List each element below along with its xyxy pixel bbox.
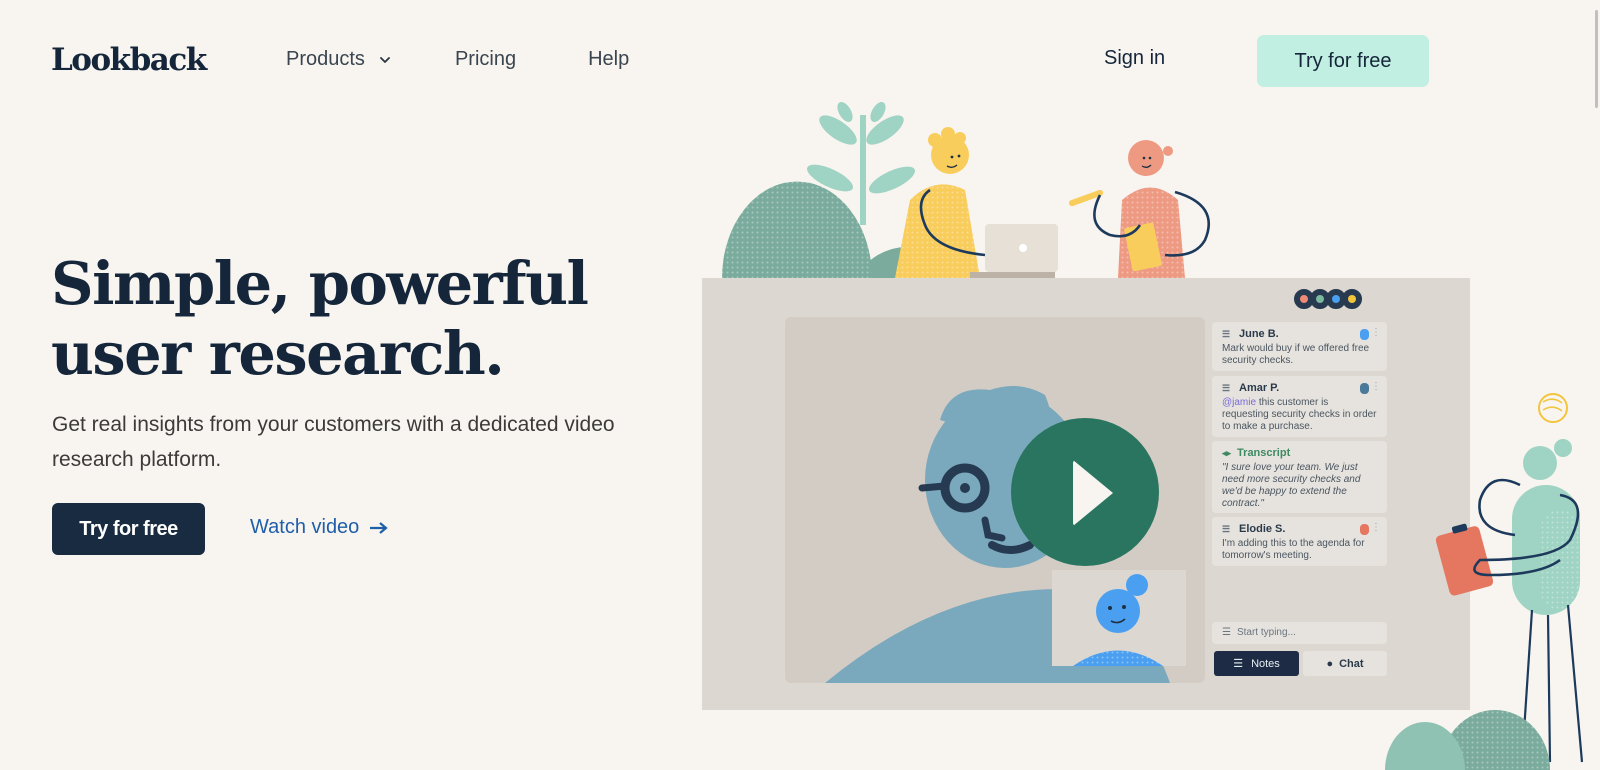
note-card: ☰ Elodie S. I'm adding this to the agenda… [1212, 517, 1387, 566]
note-avatar-icon [1360, 329, 1369, 340]
notes-icon: ☰ [1233, 658, 1244, 670]
transcript-text: "I sure love your team. We just need mor… [1222, 462, 1361, 509]
note-input[interactable]: ☰ Start typing... [1212, 622, 1387, 644]
note-text: Mark would buy if we offered free securi… [1222, 343, 1370, 366]
note-mention: @jamie [1222, 397, 1257, 408]
transcript-icon: ◂▸ [1222, 448, 1232, 458]
note-avatar-icon [1360, 524, 1369, 535]
note-author: Elodie S. [1239, 523, 1286, 535]
note-author: June B. [1239, 328, 1279, 340]
pip-video-illustration [1052, 570, 1186, 666]
note-input-placeholder: Start typing... [1236, 627, 1296, 638]
person-pink-illustration [1068, 140, 1211, 278]
play-icon[interactable] [1073, 460, 1113, 526]
note-text: @jamie this customer is requesting secur… [1222, 397, 1377, 433]
tab-notes[interactable]: ☰ Notes [1214, 651, 1299, 676]
laptop-illustration [970, 224, 1058, 278]
note-author: Amar P. [1239, 382, 1280, 394]
chat-bubble-icon: ● [1326, 657, 1334, 670]
note-lines-icon: ☰ [1222, 383, 1231, 393]
transcript-card: ◂▸ Transcript "I sure love your team. We … [1212, 441, 1387, 513]
more-options-icon[interactable]: ⋮ [1371, 381, 1381, 393]
note-card: ☰ June B. Mark would buy if we offered fr… [1212, 322, 1387, 371]
more-options-icon[interactable]: ⋮ [1371, 522, 1381, 534]
tab-chat-label: Chat [1339, 657, 1364, 670]
note-card: ☰ Amar P. @jamie this customer is request… [1212, 376, 1387, 437]
avatar [1342, 289, 1362, 309]
note-input-icon: ☰ [1222, 627, 1231, 638]
tab-chat[interactable]: ● Chat [1303, 651, 1387, 676]
person-teal-illustration [1435, 393, 1584, 763]
more-options-icon[interactable]: ⋮ [1371, 327, 1381, 339]
person-yellow-illustration [895, 127, 986, 278]
note-lines-icon: ☰ [1222, 329, 1231, 339]
note-lines-icon: ☰ [1222, 524, 1231, 534]
note-text: I'm adding this to the agenda for tomorr… [1222, 538, 1365, 561]
participant-avatars [1294, 289, 1362, 309]
note-avatar-icon [1360, 383, 1369, 394]
transcript-title: Transcript [1237, 447, 1291, 459]
tab-notes-label: Notes [1251, 657, 1280, 670]
